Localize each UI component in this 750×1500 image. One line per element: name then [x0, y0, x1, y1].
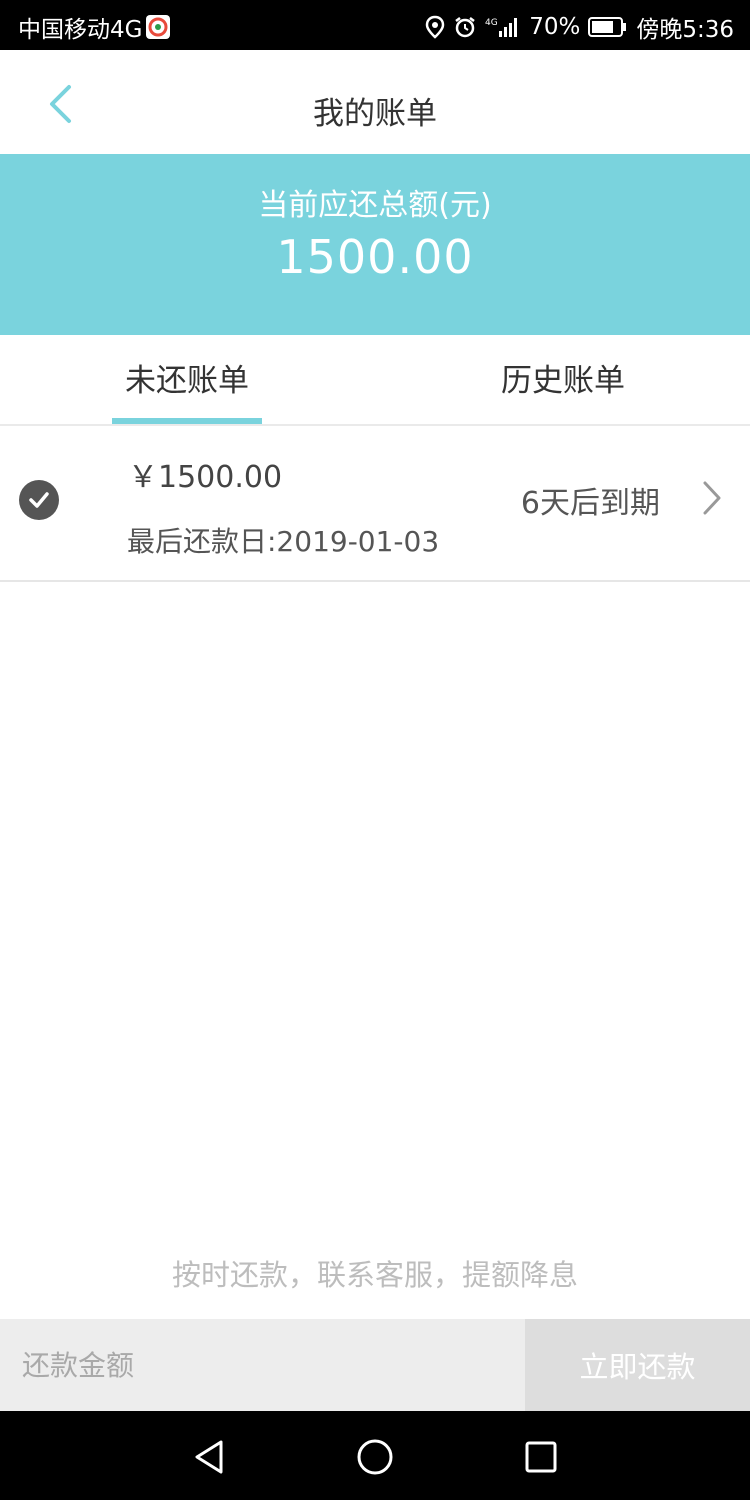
system-nav-bar [0, 1411, 750, 1500]
notification-app-icon [146, 15, 171, 39]
clock-time: 傍晚5:36 [636, 17, 734, 43]
bill-due-status: 6天后到期 [520, 486, 660, 521]
signal-icon: 4G [485, 15, 521, 39]
chevron-right-icon [703, 481, 721, 515]
square-recent-icon [525, 1441, 557, 1473]
tab-unpaid-bills[interactable]: 未还账单 [112, 355, 262, 400]
active-tab-indicator [112, 418, 262, 424]
page-title: 我的账单 [313, 96, 437, 132]
status-left: 中国移动4G [18, 10, 171, 44]
total-due-label: 当前应还总额(元) [258, 188, 492, 223]
repayment-hint: 按时还款，联系客服，提额降息 [171, 1258, 578, 1292]
bill-last-repay-date: 最后还款日:2019-01-03 [127, 525, 440, 558]
nav-header: 我的账单 [0, 50, 750, 154]
total-due-banner: 当前应还总额(元) 1500.00 [0, 154, 750, 335]
battery-icon [588, 16, 628, 38]
network-label: 4G [485, 18, 498, 28]
pay-now-button[interactable]: 立即还款 [525, 1319, 750, 1411]
bill-tabs: 未还账单 历史账单 [0, 335, 750, 426]
triangle-back-icon [195, 1440, 223, 1474]
system-back-button[interactable] [187, 1435, 231, 1479]
repay-action-bar: 立即还款 [0, 1319, 750, 1411]
tab-history-bills[interactable]: 历史账单 [488, 355, 638, 400]
location-icon [425, 15, 445, 39]
total-due-amount: 1500.00 [276, 230, 474, 284]
bill-amount: ￥1500.00 [128, 460, 283, 495]
status-bar: 中国移动4G 4G 70% 傍晚5:36 [0, 0, 750, 50]
repay-amount-input[interactable] [0, 1319, 525, 1411]
status-right: 4G 70% 傍晚5:36 [425, 10, 734, 44]
circle-home-icon [357, 1439, 393, 1475]
alarm-icon [453, 15, 477, 39]
battery-percent: 70% [529, 14, 581, 40]
system-home-button[interactable] [353, 1435, 397, 1479]
check-circle-icon[interactable] [19, 480, 59, 520]
system-recent-button[interactable] [519, 1435, 563, 1479]
carrier-label: 中国移动4G [18, 17, 143, 43]
bill-list-item[interactable]: ￥1500.00 最后还款日:2019-01-03 6天后到期 [0, 426, 750, 582]
